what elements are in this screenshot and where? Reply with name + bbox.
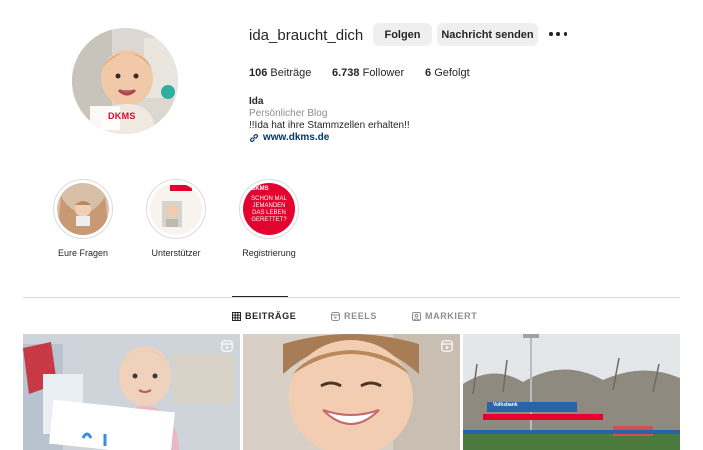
link-icon [250, 133, 258, 142]
highlight-label-unterstuetzer: Unterstützer [151, 248, 201, 258]
highlight-unterstuetzer[interactable] [146, 179, 206, 239]
highlight-cover-brand: DKMS [251, 186, 269, 192]
post-image [243, 334, 460, 450]
profile-username: ida_braucht_dich [249, 27, 364, 44]
post-tile-1[interactable] [23, 334, 240, 450]
bio-link-text: www.dkms.de [263, 132, 330, 143]
more-options-icon[interactable] [549, 27, 567, 41]
highlight-cover-text: SCHON MAL JEMANDEN DAS LEBEN GERETTET? [251, 196, 287, 223]
followers-stat[interactable]: 6.738 Follower [332, 67, 404, 79]
highlight-label-registrierung: Registrierung [242, 248, 296, 258]
tab-reels[interactable]: REELS [331, 311, 377, 321]
posts-label: Beiträge [270, 67, 312, 79]
post-tile-2[interactable] [243, 334, 460, 450]
send-message-button[interactable]: Nachricht senden [437, 23, 538, 46]
highlight-cover [150, 183, 202, 235]
tab-label: REELS [344, 311, 378, 321]
post-banner-text: Volksbank [493, 402, 518, 408]
reel-icon [441, 340, 453, 352]
highlight-eure-fragen[interactable] [53, 179, 113, 239]
tab-label: BEITRÄGE [245, 311, 297, 321]
highlight-cover [57, 183, 109, 235]
post-image [23, 334, 240, 450]
active-tab-indicator [232, 296, 288, 297]
followers-label: Follower [362, 67, 405, 79]
followers-count: 6.738 [332, 67, 360, 79]
highlight-label-eure-fragen: Eure Fragen [57, 248, 109, 258]
posts-count: 106 [249, 67, 268, 79]
following-count: 6 [425, 67, 432, 79]
bio-name: Ida [249, 96, 264, 107]
post-image [463, 334, 680, 450]
highlight-cover: DKMS SCHON MAL JEMANDEN DAS LEBEN GERETT… [243, 183, 295, 235]
reel-icon [221, 340, 233, 352]
tagged-icon [412, 311, 421, 321]
tab-markiert[interactable]: MARKIERT [412, 311, 477, 321]
profile-avatar[interactable]: DKMS [72, 28, 178, 134]
avatar-dkms-logo: DKMS [108, 111, 136, 121]
reels-icon [331, 311, 340, 321]
grid-icon [232, 311, 241, 321]
tab-label: MARKIERT [425, 311, 478, 321]
following-label: Gefolgt [434, 67, 470, 79]
following-stat[interactable]: 6 Gefolgt [425, 67, 470, 79]
post-tile-3[interactable]: Volksbank [463, 334, 680, 450]
posts-count-stat: 106 Beiträge [249, 67, 311, 79]
tabs-divider [23, 297, 680, 298]
bio-category: Persönlicher Blog [249, 108, 328, 119]
bio-text: !!Ida hat ihre Stammzellen erhalten!! [249, 120, 410, 131]
tab-beitraege[interactable]: BEITRÄGE [232, 311, 296, 321]
bio-website-link[interactable]: www.dkms.de [249, 132, 329, 143]
follow-button[interactable]: Folgen [373, 23, 432, 46]
highlight-registrierung[interactable]: DKMS SCHON MAL JEMANDEN DAS LEBEN GERETT… [239, 179, 299, 239]
